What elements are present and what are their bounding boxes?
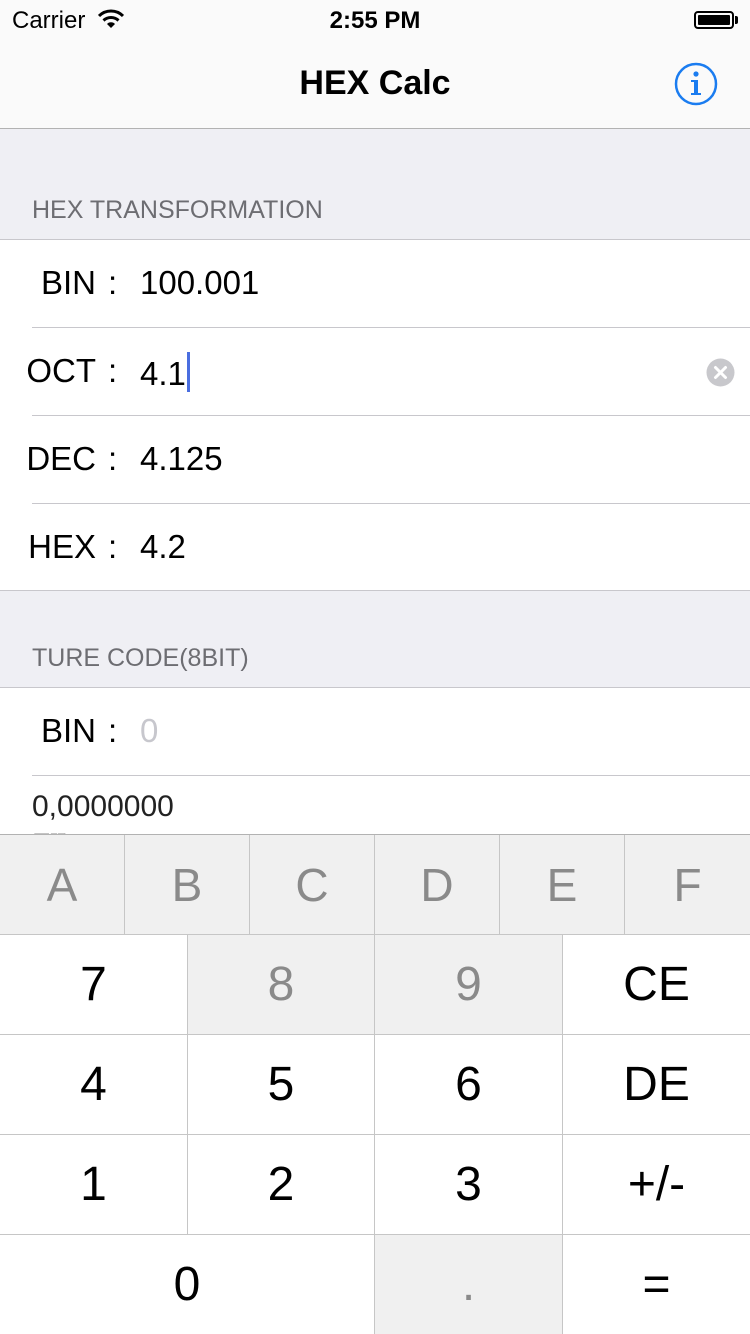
key-f[interactable]: F xyxy=(625,835,750,935)
oct-value-field[interactable]: 4.1 xyxy=(140,352,190,393)
key-4[interactable]: 4 xyxy=(0,1034,188,1134)
key-b[interactable]: B xyxy=(125,835,250,935)
true-code-bin-row[interactable]: BIN : 0 xyxy=(0,688,750,776)
delete-button[interactable]: DE xyxy=(563,1034,750,1134)
key-e[interactable]: E xyxy=(500,835,625,935)
equals-button[interactable]: = xyxy=(563,1234,750,1334)
true-code-bin-label: BIN xyxy=(40,712,96,749)
status-time: 2:55 PM xyxy=(329,7,421,34)
key-9[interactable]: 9 xyxy=(375,934,563,1034)
key-c[interactable]: C xyxy=(250,835,375,935)
battery-icon xyxy=(694,11,738,29)
key-6[interactable]: 6 xyxy=(375,1034,563,1134)
key-8[interactable]: 8 xyxy=(188,934,375,1034)
sign-toggle-button[interactable]: +/- xyxy=(563,1134,750,1234)
colon: : xyxy=(108,440,118,477)
bin-value-field[interactable]: 100.001 xyxy=(140,264,259,302)
key-3[interactable]: 3 xyxy=(375,1134,563,1234)
calculator-keypad: A B C D E F 7 8 9 CE 4 5 6 DE 1 2 3 +/- … xyxy=(0,834,750,1334)
colon: : xyxy=(108,352,118,389)
bin-row[interactable]: BIN : 100.001 xyxy=(0,240,750,328)
text-cursor xyxy=(186,352,190,392)
navigation-bar: HEX Calc xyxy=(0,40,750,129)
colon: : xyxy=(108,528,118,565)
bin-label: BIN xyxy=(40,264,96,301)
hex-row[interactable]: HEX : 4.2 xyxy=(0,504,750,592)
true-code-value: 0,0000000 xyxy=(32,790,174,823)
key-5[interactable]: 5 xyxy=(188,1034,375,1134)
oct-label: OCT xyxy=(26,352,96,389)
status-bar: Carrier 2:55 PM xyxy=(0,0,750,40)
key-d[interactable]: D xyxy=(375,835,500,935)
oct-row[interactable]: OCT : 4.1 xyxy=(0,328,750,416)
hex-section-header: HEX TRANSFORMATION xyxy=(32,196,323,224)
hex-label: HEX xyxy=(28,528,96,565)
key-2[interactable]: 2 xyxy=(188,1134,375,1234)
clear-text-icon[interactable] xyxy=(706,358,735,387)
dec-value-field[interactable]: 4.125 xyxy=(140,440,223,478)
key-a[interactable]: A xyxy=(0,835,125,935)
dec-row[interactable]: DEC : 4.125 xyxy=(0,416,750,504)
info-icon[interactable] xyxy=(674,62,718,106)
hex-key-row: A B C D E F xyxy=(0,834,750,935)
colon: : xyxy=(108,264,118,301)
true-code-section-header: TURE CODE(8BIT) xyxy=(32,644,249,672)
true-code-bin-input[interactable]: 0 xyxy=(140,712,158,750)
dec-label: DEC xyxy=(26,440,96,477)
hex-value-field[interactable]: 4.2 xyxy=(140,528,186,566)
colon: : xyxy=(108,712,118,749)
page-title: HEX Calc xyxy=(299,64,451,102)
key-7[interactable]: 7 xyxy=(0,934,188,1034)
key-1[interactable]: 1 xyxy=(0,1134,188,1234)
oct-value-text: 4.1 xyxy=(140,355,186,392)
clear-entry-button[interactable]: CE xyxy=(563,934,750,1034)
hex-transformation-group: BIN : 100.001 OCT : 4.1 DEC : 4.125 HEX … xyxy=(0,239,750,591)
decimal-point-key[interactable]: . xyxy=(375,1234,563,1334)
key-0[interactable]: 0 xyxy=(0,1234,375,1334)
